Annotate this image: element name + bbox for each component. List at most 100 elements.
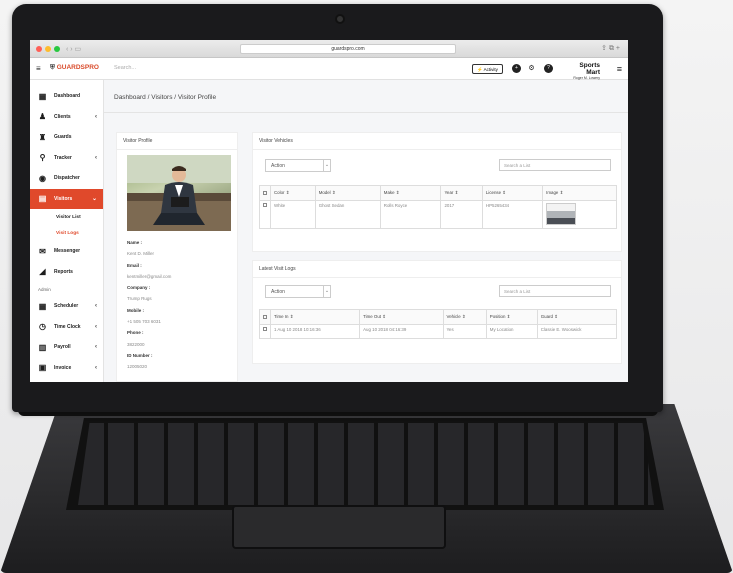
sidebar-item-messenger[interactable]: ✉ Messenger (30, 241, 103, 262)
sidebar-item-clients[interactable]: ♟ Clients ‹ (30, 107, 103, 128)
sidebar-item-invoice[interactable]: ▣ Invoice ‹ (30, 358, 103, 379)
breadcrumb: Dashboard / Visitors / Visitor Profile (114, 94, 216, 101)
calendar-icon: ▦ (38, 301, 47, 311)
sidebar-item-visitors[interactable]: ▤ Visitors ⌄ (30, 188, 103, 209)
logo: ⛨ GUARDSPRO (50, 64, 99, 71)
visit-logs-card: Latest Visit Logs Action ⌄ Search a List… (252, 260, 622, 364)
settings-icon[interactable]: ⚙ (527, 64, 536, 73)
table-row[interactable]: White Ghost Sedan Rolls Royce 2017 HP526… (259, 200, 617, 229)
cell-year: 2017 (440, 200, 483, 229)
help-icon[interactable]: ? (544, 64, 553, 73)
close-window-button[interactable] (36, 46, 42, 52)
breadcrumb-dashboard[interactable]: Dashboard (114, 94, 146, 101)
sidebar-item-dispatcher[interactable]: ◉ Dispatcher (30, 168, 103, 189)
sidebar-item-scheduler[interactable]: ▦ Scheduler ‹ (30, 296, 103, 317)
company-switcher[interactable]: Sports Mart Roger M. Lowery (564, 62, 600, 80)
column-header-model[interactable]: Model ⇕ (314, 185, 381, 201)
chevron-left-icon: ‹ (95, 364, 97, 371)
field-company-value: Trump Rugs (127, 296, 152, 302)
chevron-down-icon: ⌄ (323, 286, 330, 297)
cell-image (542, 200, 617, 229)
table-row[interactable]: 1 Aug 10 2018 10:16:36 Aug 10 2018 04:16… (259, 324, 618, 339)
invoice-icon: ▣ (38, 363, 47, 373)
chevron-down-icon: ⌄ (323, 160, 330, 171)
hamburger-menu-icon[interactable]: ≡ (36, 64, 41, 73)
dashboard-icon: ▦ (38, 91, 47, 101)
chart-icon: ◢ (39, 267, 46, 277)
vehicles-action-label: Action (271, 163, 285, 169)
sidebar-subitem-visit-logs[interactable]: Visit Logs (30, 225, 103, 241)
select-all-checkbox[interactable] (259, 309, 271, 325)
sidebar-subitem-visitor-list[interactable]: Visitor List (30, 209, 103, 225)
row-checkbox[interactable] (259, 324, 271, 339)
field-mobile-label: Mobile : (127, 307, 144, 313)
field-name-label: Name : (127, 240, 143, 245)
breadcrumb-visitor-profile: Visitor Profile (177, 94, 217, 101)
browser-back-forward-icon[interactable]: ‹ › ▭ (66, 45, 81, 53)
menu-icon[interactable]: ≡ (617, 64, 622, 74)
breadcrumb-visitors[interactable]: Visitors (151, 94, 172, 101)
keyboard-keys (78, 423, 654, 505)
sidebar-item-time-clock[interactable]: ◷ Time Clock ‹ (30, 317, 103, 338)
vehicles-action-select[interactable]: Action ⌄ (265, 159, 331, 172)
column-header-vehicle[interactable]: Vehicle ⇕ (442, 309, 487, 325)
cell-license: HP5265434 (481, 200, 544, 229)
clock-icon: ◷ (39, 322, 46, 332)
visit-logs-title: Latest Visit Logs (253, 261, 621, 278)
screen: ‹ › ▭ guardspro.com ⇪ ⧉ + ≡ ⛨ GUARDSPRO … (30, 40, 628, 382)
sidebar-item-payroll[interactable]: ▥ Payroll ‹ (30, 337, 103, 358)
browser-toolbar: ‹ › ▭ guardspro.com ⇪ ⧉ + (30, 40, 628, 58)
touchpad (232, 505, 446, 549)
column-header-position[interactable]: Position ⇕ (485, 309, 538, 325)
field-phone-label: Phone : (127, 330, 144, 336)
column-header-time-in[interactable]: Time In ⇕ (269, 309, 361, 325)
column-header-guard[interactable]: Guard ⇕ (536, 309, 618, 325)
map-pin-icon: ⚲ (39, 153, 46, 163)
visitor-profile-title: Visitor Profile (117, 133, 237, 150)
logs-action-label: Action (271, 289, 285, 295)
breadcrumb-separator: / (174, 94, 177, 101)
sidebar-item-guards[interactable]: ♜ Guards (30, 127, 103, 148)
chevron-left-icon: ‹ (95, 303, 97, 310)
field-name-value: Kent D. Miller (127, 251, 155, 257)
visitor-vehicles-card: Visitor Vehicles Action ⌄ Search a List … (252, 132, 622, 252)
sidebar-item-dashboard[interactable]: ▦ Dashboard (30, 86, 103, 107)
add-icon[interactable]: + (512, 64, 521, 73)
search-input[interactable]: Search... (114, 65, 136, 71)
minimize-window-button[interactable] (45, 46, 51, 52)
vehicles-search-input[interactable]: Search a List (499, 159, 611, 171)
field-mobile-value: +1 505 703 6031 (127, 319, 161, 325)
field-id-value: 12005020 (127, 364, 148, 370)
cell-make: Rolls Royce (379, 200, 442, 229)
column-header-make[interactable]: Make ⇕ (379, 185, 442, 201)
vehicle-thumbnail[interactable] (546, 203, 577, 225)
column-header-color[interactable]: Color ⇕ (270, 185, 316, 201)
profile-fields: Name : Kent D. Miller Email : kentmiller… (127, 237, 235, 373)
column-header-license[interactable]: License ⇕ (481, 185, 544, 201)
column-header-image[interactable]: Image ⇕ (542, 185, 617, 201)
laptop-scene: ‹ › ▭ guardspro.com ⇪ ⧉ + ≡ ⛨ GUARDSPRO … (0, 0, 733, 573)
sidebar-item-reports[interactable]: ◢ Reports (30, 262, 103, 283)
share-icon[interactable]: ⇪ ⧉ + (601, 44, 620, 53)
maximize-window-button[interactable] (54, 46, 60, 52)
select-all-checkbox[interactable] (259, 185, 271, 201)
row-checkbox[interactable] (259, 200, 271, 229)
activity-button[interactable]: ⚡ Activity (472, 64, 503, 74)
visitor-photo (127, 155, 231, 231)
table-header-row: Color ⇕ Model ⇕ Make ⇕ Year ⇕ License ⇕ … (259, 185, 617, 201)
logs-search-input[interactable]: Search a List (499, 285, 611, 297)
envelope-icon: ✉ (39, 246, 46, 256)
logs-action-select[interactable]: Action ⌄ (265, 285, 331, 298)
address-bar[interactable]: guardspro.com (240, 44, 456, 54)
visitor-vehicles-title: Visitor Vehicles (253, 133, 621, 150)
cell-color: White (270, 200, 316, 229)
column-header-time-out[interactable]: Time Out ⇕ (359, 309, 444, 325)
cell-position: My Location (485, 324, 538, 339)
sidebar: ▦ Dashboard ♟ Clients ‹ ♜ Guards ⚲ Tracker ‹ ◉… (30, 80, 104, 382)
column-header-year[interactable]: Year ⇕ (440, 185, 483, 201)
chevron-down-icon: ⌄ (91, 196, 97, 203)
table-header-row: Time In ⇕ Time Out ⇕ Vehicle ⇕ Position … (259, 309, 618, 325)
sidebar-item-tracker[interactable]: ⚲ Tracker ‹ (30, 148, 103, 169)
chevron-left-icon: ‹ (95, 344, 97, 351)
headset-icon: ◉ (39, 173, 46, 183)
